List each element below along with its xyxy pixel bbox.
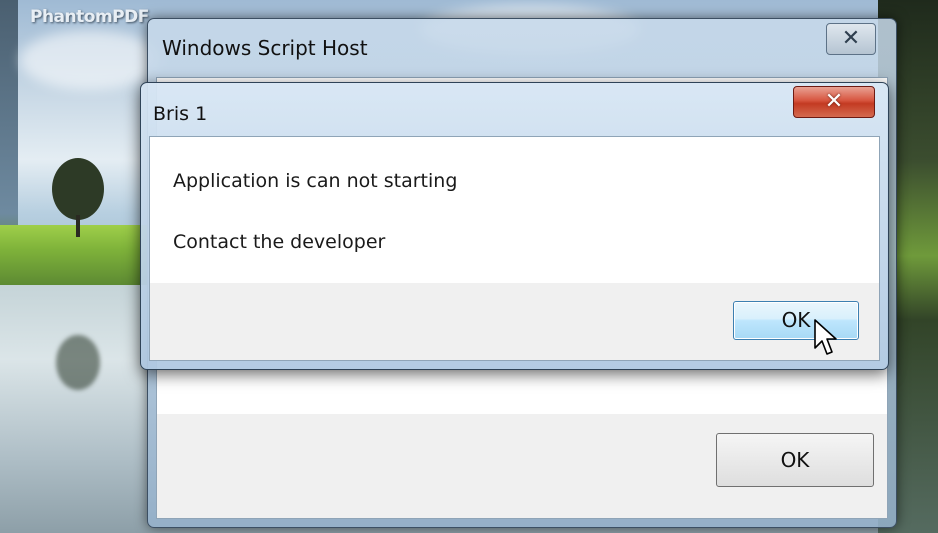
wallpaper-tree-trunk xyxy=(76,215,80,237)
wallpaper-cloud xyxy=(20,30,160,90)
dialog-body: Application is can not starting Contact … xyxy=(149,136,880,361)
close-icon: ✕ xyxy=(824,89,844,114)
ok-button[interactable]: OK xyxy=(733,301,859,340)
wallpaper-tree xyxy=(52,158,104,220)
arrow-cursor-icon xyxy=(814,319,837,355)
close-button[interactable]: ✕ xyxy=(793,86,875,118)
message-line: Contact the developer xyxy=(173,231,386,253)
watermark: PhantomPDF xyxy=(30,7,149,27)
close-icon: ✕ xyxy=(841,26,861,51)
dialog-title: Windows Script Host xyxy=(162,36,368,60)
ok-button[interactable]: OK xyxy=(716,433,874,487)
wallpaper-tree-reflection xyxy=(56,335,100,390)
message-area: Application is can not starting Contact … xyxy=(150,137,879,283)
bris-1-dialog: Bris 1 ✕ Application is can not starting… xyxy=(140,82,889,370)
dialog-title: Bris 1 xyxy=(153,103,208,125)
close-button[interactable]: ✕ xyxy=(826,23,876,55)
message-line: Application is can not starting xyxy=(173,170,458,192)
